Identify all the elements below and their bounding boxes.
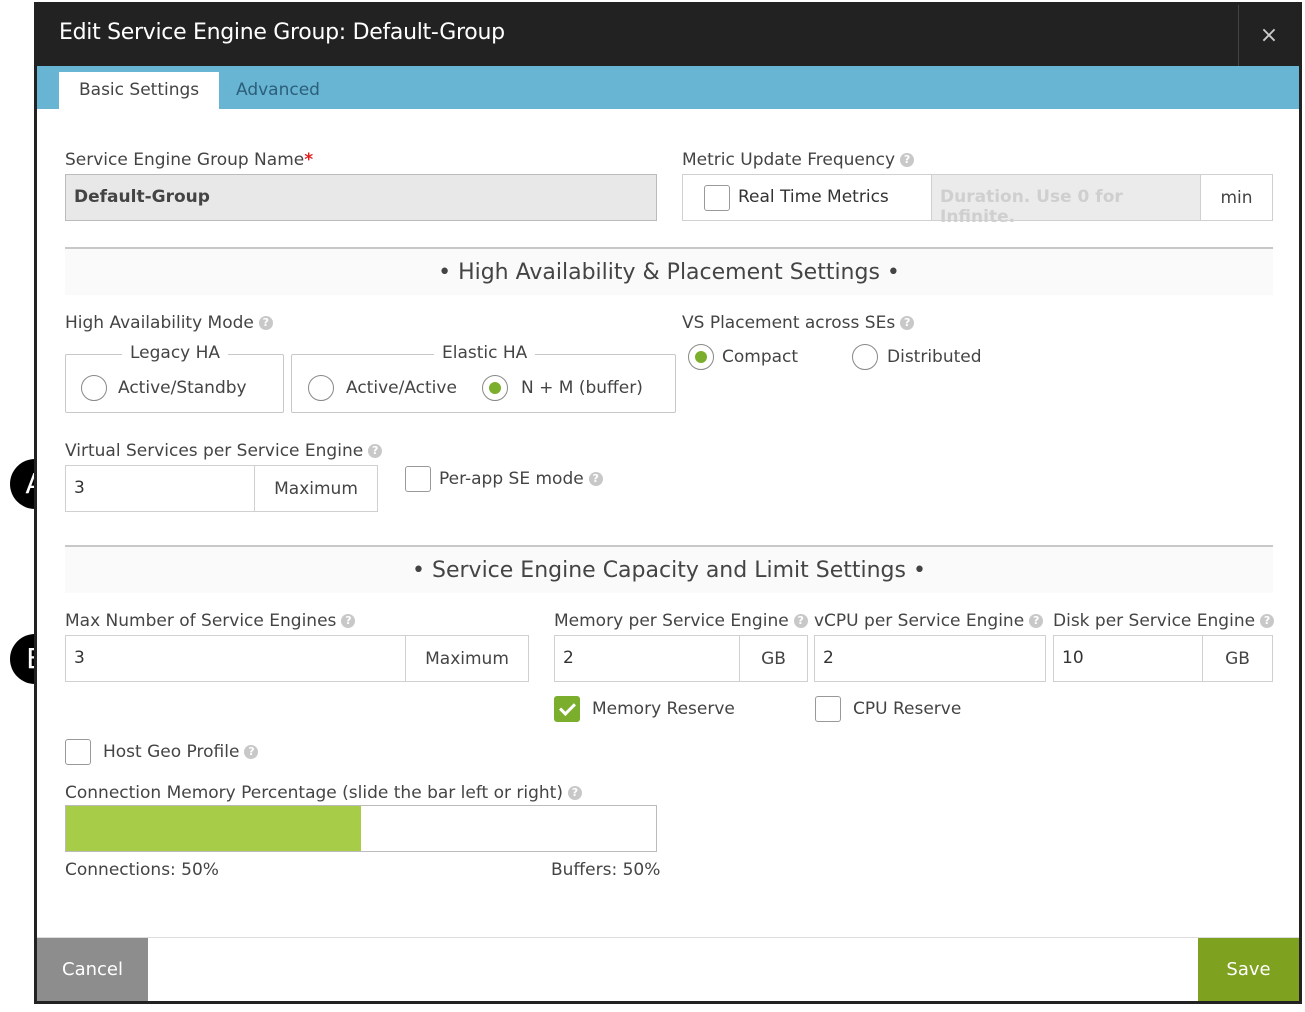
dialog-footer: Cancel Save bbox=[37, 937, 1299, 1001]
se-group-name-label: Service Engine Group Name* bbox=[65, 150, 314, 170]
real-time-metrics-checkbox[interactable] bbox=[704, 185, 730, 211]
vs-placement-label: VS Placement across SEs? bbox=[682, 313, 915, 333]
memory-reserve-label: Memory Reserve bbox=[592, 699, 735, 719]
help-icon[interactable]: ? bbox=[258, 316, 273, 330]
max-se-input[interactable]: 3 Maximum bbox=[65, 635, 529, 682]
conn-mem-label: Connection Memory Percentage (slide the … bbox=[65, 783, 582, 803]
distributed-radio[interactable] bbox=[852, 344, 878, 370]
conn-mem-slider[interactable] bbox=[65, 805, 657, 852]
memory-per-se-label: Memory per Service Engine? bbox=[554, 611, 808, 631]
dialog-title: Edit Service Engine Group: Default-Group bbox=[59, 20, 505, 45]
vcpu-per-se-value: 2 bbox=[823, 648, 834, 668]
help-icon[interactable]: ? bbox=[244, 745, 259, 759]
vs-per-se-label: Virtual Services per Service Engine? bbox=[65, 441, 383, 461]
memory-per-se-input[interactable]: 2 GB bbox=[554, 635, 808, 682]
dialog-titlebar: Edit Service Engine Group: Default-Group… bbox=[37, 5, 1299, 66]
legacy-ha-legend: Legacy HA bbox=[122, 343, 229, 363]
tab-basic-settings[interactable]: Basic Settings bbox=[59, 72, 220, 109]
help-icon[interactable]: ? bbox=[793, 614, 808, 628]
disk-per-se-unit: GB bbox=[1202, 636, 1272, 681]
vs-per-se-unit: Maximum bbox=[254, 466, 377, 511]
max-se-label: Max Number of Service Engines? bbox=[65, 611, 356, 631]
help-icon[interactable]: ? bbox=[900, 316, 915, 330]
help-icon[interactable]: ? bbox=[588, 472, 603, 486]
close-icon: × bbox=[1259, 23, 1279, 48]
active-standby-radio[interactable] bbox=[81, 375, 107, 401]
help-icon[interactable]: ? bbox=[1260, 614, 1275, 628]
help-icon[interactable]: ? bbox=[368, 444, 383, 458]
save-button[interactable]: Save bbox=[1198, 938, 1299, 1001]
active-active-label: Active/Active bbox=[346, 378, 457, 398]
metric-update-group: Real Time Metrics Duration. Use 0 for In… bbox=[682, 174, 1273, 227]
tab-advanced[interactable]: Advanced bbox=[216, 72, 340, 109]
edit-se-group-dialog: Edit Service Engine Group: Default-Group… bbox=[34, 2, 1302, 1004]
ha-section-header: • High Availability & Placement Settings… bbox=[65, 247, 1273, 295]
conn-mem-slider-fill[interactable] bbox=[66, 806, 361, 851]
legacy-ha-group: Legacy HA Active/Standby bbox=[65, 343, 284, 413]
vs-per-se-value: 3 bbox=[74, 478, 85, 498]
compact-radio[interactable] bbox=[688, 344, 714, 370]
n-plus-m-radio[interactable] bbox=[482, 375, 508, 401]
cpu-reserve-checkbox[interactable] bbox=[815, 696, 841, 722]
per-app-se-mode-label: Per-app SE mode? bbox=[439, 469, 603, 489]
per-app-se-mode-checkbox[interactable] bbox=[405, 466, 431, 492]
elastic-ha-group: Elastic HA Active/Active N + M (buffer) bbox=[291, 343, 676, 413]
duration-input[interactable]: Duration. Use 0 for Infinite. bbox=[931, 175, 1201, 227]
help-icon[interactable]: ? bbox=[341, 614, 356, 628]
se-group-name-input[interactable]: Default-Group bbox=[65, 174, 657, 221]
active-active-radio[interactable] bbox=[308, 375, 334, 401]
compact-label: Compact bbox=[722, 347, 799, 367]
help-icon[interactable]: ? bbox=[900, 153, 915, 167]
required-asterisk: * bbox=[304, 150, 314, 170]
elastic-ha-legend: Elastic HA bbox=[434, 343, 536, 363]
ha-mode-label: High Availability Mode? bbox=[65, 313, 273, 333]
duration-placeholder: Duration. Use 0 for Infinite. bbox=[940, 187, 1123, 227]
real-time-metrics-label: Real Time Metrics bbox=[738, 187, 889, 207]
vs-per-se-input[interactable]: 3 Maximum bbox=[65, 465, 378, 512]
n-plus-m-label: N + M (buffer) bbox=[521, 378, 643, 398]
vcpu-per-se-input[interactable]: 2 bbox=[814, 635, 1046, 682]
capacity-section-header: • Service Engine Capacity and Limit Sett… bbox=[65, 545, 1273, 593]
max-se-value: 3 bbox=[74, 648, 85, 668]
active-standby-label: Active/Standby bbox=[118, 378, 247, 398]
duration-unit: min bbox=[1200, 175, 1272, 220]
vcpu-per-se-label: vCPU per Service Engine? bbox=[814, 611, 1044, 631]
memory-per-se-value: 2 bbox=[563, 648, 574, 668]
se-group-name-value: Default-Group bbox=[74, 187, 210, 207]
max-se-unit: Maximum bbox=[405, 636, 528, 681]
cancel-button[interactable]: Cancel bbox=[37, 938, 148, 1001]
disk-per-se-input[interactable]: 10 GB bbox=[1053, 635, 1273, 682]
disk-per-se-label: Disk per Service Engine? bbox=[1053, 611, 1275, 631]
distributed-label: Distributed bbox=[887, 347, 982, 367]
cpu-reserve-label: CPU Reserve bbox=[853, 699, 962, 719]
host-geo-profile-label: Host Geo Profile? bbox=[103, 742, 259, 762]
tab-bar: Basic Settings Advanced bbox=[37, 66, 1299, 109]
metric-update-label: Metric Update Frequency? bbox=[682, 150, 915, 170]
buffers-percent-text: Buffers: 50% bbox=[551, 860, 661, 880]
memory-reserve-checkbox[interactable] bbox=[554, 696, 580, 722]
connections-percent-text: Connections: 50% bbox=[65, 860, 219, 880]
help-icon[interactable]: ? bbox=[567, 786, 582, 800]
help-icon[interactable]: ? bbox=[1029, 614, 1044, 628]
memory-per-se-unit: GB bbox=[739, 636, 807, 681]
host-geo-profile-checkbox[interactable] bbox=[65, 739, 91, 765]
close-button[interactable]: × bbox=[1238, 5, 1299, 66]
disk-per-se-value: 10 bbox=[1062, 648, 1084, 668]
